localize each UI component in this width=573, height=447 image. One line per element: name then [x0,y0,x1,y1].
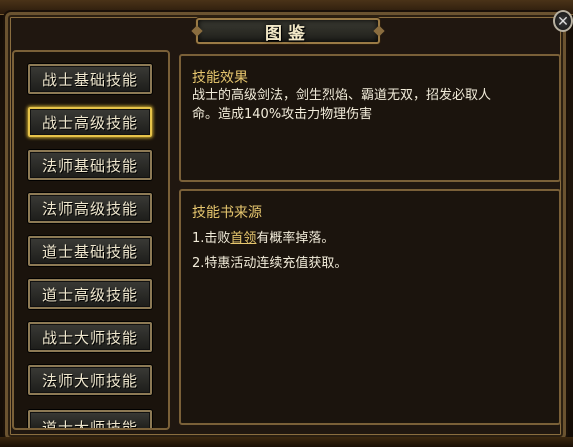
skill-effect-panel: 技能效果 战士的高级剑法，剑生烈焰、霸道无双，招发必取人 命。造成140%攻击力… [179,54,561,182]
tab-mage-master[interactable]: 法师大师技能 [28,365,152,395]
tab-taoist-advanced[interactable]: 道士高级技能 [28,279,152,309]
bottom-decor-strip [0,437,573,447]
game-window: 图鉴 ✕ 战士基础技能 战士高级技能 法师基础技能 法师高级技能 道士基础技能 … [0,0,573,447]
tab-warrior-advanced[interactable]: 战士高级技能 [28,107,152,137]
tab-mage-basic[interactable]: 法师基础技能 [28,150,152,180]
source-heading: 技能书来源 [192,205,262,221]
effect-line-1: 战士的高级剑法，剑生烈焰、霸道无双，招发必取人 [192,88,492,103]
tab-taoist-master[interactable]: 道士大师技能 [28,410,152,428]
tab-mage-advanced[interactable]: 法师高级技能 [28,193,152,223]
skill-source-panel: 技能书来源 1.击败首领有概率掉落。 2.特惠活动连续充值获取。 [179,189,561,425]
source-item-2: 2.特惠活动连续充值获取。 [192,256,348,271]
effect-heading: 技能效果 [192,70,248,86]
skill-category-list: 战士基础技能 战士高级技能 法师基础技能 法师高级技能 道士基础技能 道士高级技… [12,50,170,430]
tab-warrior-master[interactable]: 战士大师技能 [28,322,152,352]
source-item-1-prefix: 1.击败 [192,231,231,246]
close-button[interactable]: ✕ [553,10,573,32]
tab-taoist-basic[interactable]: 道士基础技能 [28,236,152,266]
window-title: 图鉴 [265,23,311,44]
source-item-1: 1.击败首领有概率掉落。 [192,229,334,248]
close-icon: ✕ [557,14,569,30]
tab-warrior-basic[interactable]: 战士基础技能 [28,64,152,94]
boss-link[interactable]: 首领 [230,231,256,246]
source-item-1-suffix: 有概率掉落。 [256,231,335,246]
title-plate: 图鉴 [191,18,385,44]
effect-line-2: 命。造成140%攻击力物理伤害 [192,107,373,122]
